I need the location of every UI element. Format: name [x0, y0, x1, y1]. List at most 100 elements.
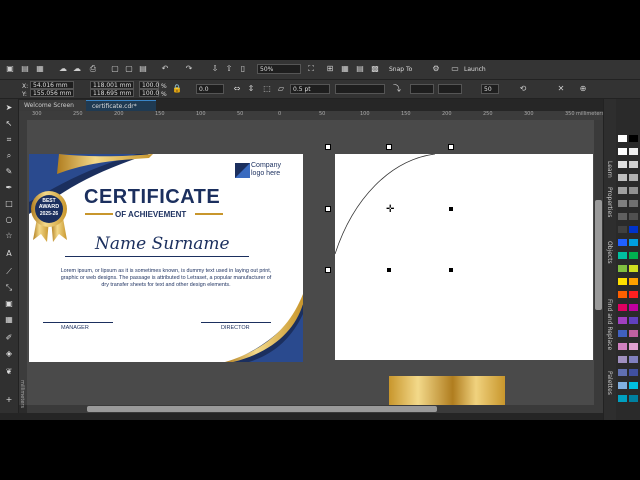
color-swatch[interactable] [618, 343, 627, 350]
color-swatch[interactable] [618, 395, 627, 402]
shape-tool-icon[interactable]: ↖ [4, 119, 14, 129]
color-swatch[interactable] [629, 226, 638, 233]
selection-handle-bottom-left[interactable] [325, 267, 331, 273]
certificate-page[interactable]: BEST AWARD 2025-26 Company logo here CER… [29, 154, 303, 362]
cut-icon[interactable]: ▢ [110, 64, 120, 74]
docker-palettes[interactable]: Palettes [606, 371, 613, 395]
color-swatch[interactable] [618, 213, 627, 220]
arc-curve[interactable] [335, 154, 593, 360]
crop-tool-icon[interactable]: ⌗ [4, 135, 14, 145]
color-swatch[interactable] [618, 382, 627, 389]
color-swatch[interactable] [629, 265, 638, 272]
color-swatch[interactable] [618, 304, 627, 311]
color-swatch[interactable] [618, 330, 627, 337]
vertical-scroll-thumb[interactable] [595, 200, 602, 310]
x-position-field[interactable]: 54.016 mm [30, 81, 74, 89]
width-field[interactable]: 118.001 mm [90, 81, 134, 89]
color-swatch[interactable] [629, 161, 638, 168]
transform-icon[interactable]: ✕ [556, 84, 566, 94]
color-swatch[interactable] [618, 239, 627, 246]
docker-objects[interactable]: Objects [606, 241, 613, 264]
dynamic-guides-icon[interactable]: ▩ [370, 64, 380, 74]
color-swatch[interactable] [618, 278, 627, 285]
selection-handle-top-left[interactable] [325, 144, 331, 150]
transparency-icon[interactable]: ▦ [4, 315, 14, 325]
color-swatch[interactable] [629, 356, 638, 363]
end-arrow-select[interactable] [438, 84, 462, 94]
print-icon[interactable]: ⎙ [88, 64, 98, 74]
start-arrow-select[interactable] [410, 84, 434, 94]
guidelines-icon[interactable]: ▤ [355, 64, 365, 74]
cloud-download-icon[interactable]: ☁ [72, 64, 82, 74]
mirror-horizontal-icon[interactable]: ⇔ [232, 84, 242, 94]
smoothing-field[interactable]: 50 [481, 84, 499, 94]
gold-gradient-rectangle[interactable] [389, 376, 505, 405]
text-tool-icon[interactable]: A [4, 249, 14, 259]
vertical-ruler[interactable]: millimeters [18, 120, 27, 408]
outline-width-select[interactable]: 0.5 pt [290, 84, 330, 94]
center-cross-icon[interactable]: ✛ [386, 204, 394, 215]
pick-icon[interactable]: ⬚ [262, 84, 272, 94]
tab-welcome-screen[interactable]: Welcome Screen [18, 100, 92, 111]
vertical-scrollbar[interactable] [594, 120, 603, 405]
color-swatch[interactable] [629, 343, 638, 350]
docker-find-replace[interactable]: Find and Replace [606, 299, 613, 350]
rotation-field[interactable]: 0.0 [196, 84, 224, 94]
snap-to-menu[interactable]: Snap To [389, 65, 412, 74]
color-swatch[interactable] [618, 317, 627, 324]
launch-icon[interactable]: ▭ [450, 64, 460, 74]
color-swatch[interactable] [629, 213, 638, 220]
export-icon[interactable]: ⇧ [224, 64, 234, 74]
copy-icon[interactable]: ▢ [124, 64, 134, 74]
color-swatch[interactable] [629, 200, 638, 207]
color-swatch[interactable] [618, 265, 627, 272]
selection-handle-middle-left[interactable] [325, 206, 331, 212]
ellipse-tool-icon[interactable]: ○ [4, 215, 14, 225]
freehand-tool-icon[interactable]: ✎ [4, 167, 14, 177]
docker-properties[interactable]: Properties [606, 187, 613, 217]
color-swatch[interactable] [618, 369, 627, 376]
height-field[interactable]: 118.695 mm [90, 89, 134, 97]
color-swatch[interactable] [618, 356, 627, 363]
new-document-icon[interactable]: ▣ [5, 64, 15, 74]
color-swatch[interactable] [629, 187, 638, 194]
artistic-media-icon[interactable]: ✒ [4, 183, 14, 193]
rectangle-tool-icon[interactable]: □ [4, 199, 14, 209]
smart-fill-icon[interactable]: ❦ [4, 367, 14, 377]
zoom-tool-icon[interactable]: ⌕ [4, 151, 14, 161]
polygon-tool-icon[interactable]: ☆ [4, 231, 14, 241]
color-swatch[interactable] [618, 200, 627, 207]
import-icon[interactable]: ⇩ [210, 64, 220, 74]
paste-icon[interactable]: ▤ [138, 64, 148, 74]
interactive-fill-icon[interactable]: ◈ [4, 349, 14, 359]
cloud-upload-icon[interactable]: ☁ [58, 64, 68, 74]
undo-icon[interactable]: ↶ [160, 64, 170, 74]
grid-icon[interactable]: ▦ [340, 64, 350, 74]
color-swatch[interactable] [618, 252, 627, 259]
selection-handle-top-right[interactable] [448, 144, 454, 150]
rulers-icon[interactable]: ⊞ [325, 64, 335, 74]
redo-icon[interactable]: ↷ [184, 64, 194, 74]
pdf-icon[interactable]: ▯ [238, 64, 248, 74]
horizontal-scroll-thumb[interactable] [87, 406, 437, 412]
outline-icon[interactable]: ▱ [276, 84, 286, 94]
pick-tool-icon[interactable]: ➤ [4, 103, 14, 113]
scale-y-field[interactable]: 100.0 [139, 89, 159, 97]
open-icon[interactable]: ▤ [20, 64, 30, 74]
color-swatch[interactable] [629, 252, 638, 259]
second-page[interactable] [335, 154, 593, 360]
docker-learn[interactable]: Learn [606, 161, 613, 178]
color-swatch[interactable] [629, 135, 638, 142]
quick-customize-icon[interactable]: ⊕ [578, 84, 588, 94]
color-swatch[interactable] [629, 304, 638, 311]
color-swatch[interactable] [629, 148, 638, 155]
color-swatch[interactable] [629, 369, 638, 376]
lock-ratio-icon[interactable]: 🔒 [172, 84, 182, 94]
object-node-bottom-right[interactable] [448, 267, 454, 273]
convert-curves-icon[interactable]: ⟲ [518, 84, 528, 94]
text-wrap-icon[interactable]: ⤵ [392, 84, 402, 94]
eyedropper-icon[interactable]: ✐ [4, 333, 14, 343]
color-swatch[interactable] [618, 226, 627, 233]
add-tool-icon[interactable]: + [4, 395, 14, 405]
y-position-field[interactable]: 155.056 mm [30, 89, 74, 97]
